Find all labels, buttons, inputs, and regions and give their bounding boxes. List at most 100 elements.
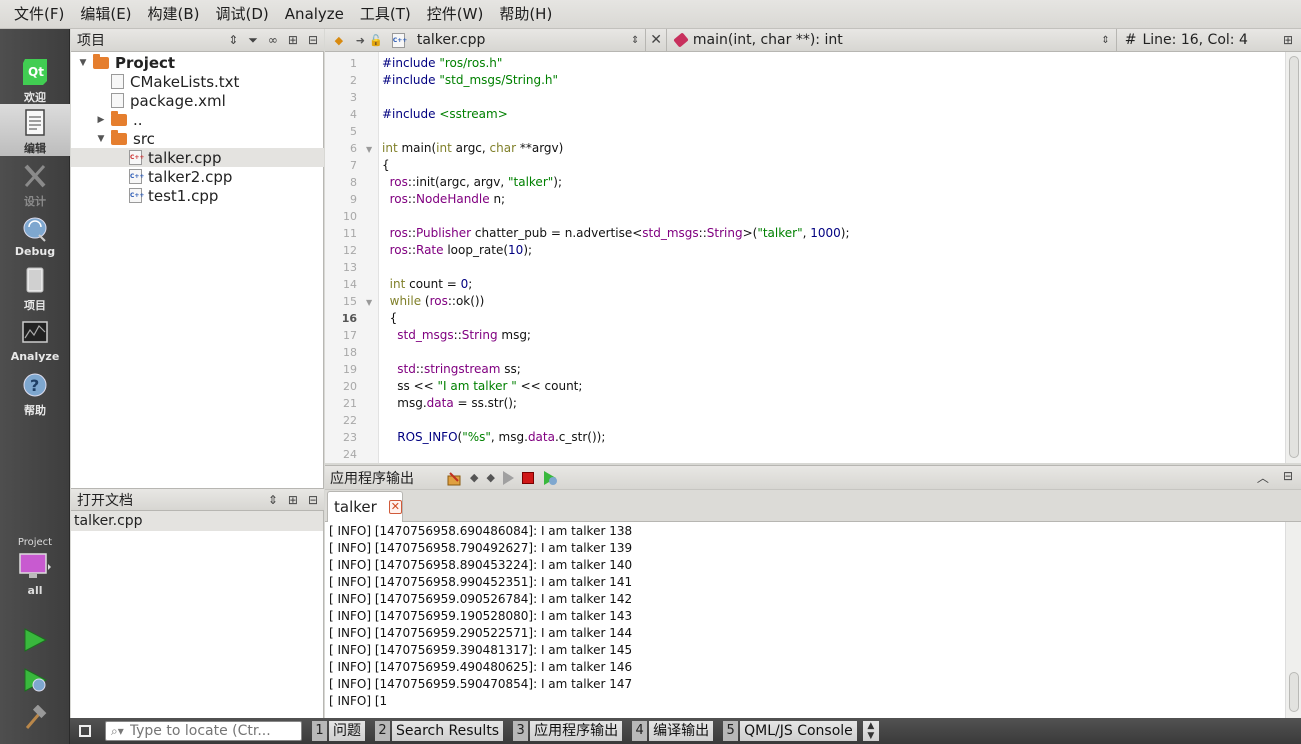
stop-icon[interactable] [521,471,534,484]
menu-build[interactable]: 构建(B) [140,0,208,29]
symbol-selector[interactable]: main(int, char **): int ⇕ [667,29,1116,52]
code-line: ros::NodeHandle n; [382,192,506,206]
menu-tools[interactable]: 工具(T) [352,0,419,29]
maximize-pane-icon[interactable]: ︿ [1257,469,1269,486]
open-documents-header: 打开文档 ⇕ ⊞ ⊟ [71,488,324,511]
build-hammer-icon[interactable] [22,705,48,731]
scrollbar-thumb[interactable] [1289,672,1299,712]
split-pane-icon[interactable]: ⊞ [288,33,298,48]
log-line: [ INFO] [1470756959.190528080]: I am tal… [329,609,633,623]
split-pane-icon[interactable]: ⊞ [288,493,298,507]
kit-monitor-icon [19,553,51,578]
tree-item-cmakelists[interactable]: CMakeLists.txt [71,72,324,91]
pane-button-issues[interactable]: 1 问题 [312,721,365,741]
more-panes-arrows-icon[interactable]: ▲ ▼ [862,721,879,741]
go-forward-icon[interactable]: ➜ [353,34,369,47]
menu-analyze[interactable]: Analyze [277,0,352,29]
open-document-item[interactable]: talker.cpp [71,511,323,531]
tree-item-src[interactable]: ▼ src [71,129,324,148]
log-line: [ INFO] [1470756959.490480625]: I am tal… [329,660,633,674]
code-line: { [382,311,398,325]
kit-selector[interactable]: Project all [0,537,70,597]
close-pane-icon[interactable]: ⊟ [308,493,318,507]
mode-help[interactable]: ? 帮助 [0,366,70,418]
go-back-icon[interactable]: ◆ [331,34,347,47]
toggle-sidebar-icon[interactable] [79,725,91,737]
document-edit-icon [25,109,45,136]
help-question-icon: ? [23,373,47,397]
next-item-icon[interactable]: ◆ [486,471,494,484]
line-number: 8 [350,176,357,189]
collapse-arrow-icon[interactable]: ▼ [77,58,89,68]
tree-item-parent-folder[interactable]: ▶ .. [71,110,324,129]
line-column-indicator[interactable]: Line: 16, Col: 4 [1136,32,1282,48]
pane-button-compile-output[interactable]: 4 编译输出 [632,721,714,741]
pane-button-application-output[interactable]: 3 应用程序输出 [513,721,623,741]
menu-debug[interactable]: 调试(D) [208,0,277,29]
mode-welcome[interactable]: Qt 欢迎 [0,53,70,105]
menu-file[interactable]: 文件(F) [6,0,72,29]
tree-item-test1-cpp[interactable]: C++ test1.cpp [71,186,324,205]
run-icon[interactable] [22,627,48,653]
menu-widgets[interactable]: 控件(W) [419,0,492,29]
scrollbar-thumb[interactable] [1289,56,1299,458]
tree-item-project[interactable]: ▼ Project [71,53,324,72]
mode-projects[interactable]: 项目 [0,261,70,313]
rerun-icon[interactable] [502,470,514,485]
line-number: 17 [343,329,357,342]
close-pane-icon[interactable]: ⊟ [1283,469,1293,486]
application-output-text[interactable]: [ INFO] [1470756958.690486084]: I am tal… [325,522,1301,718]
fold-marker-icon[interactable]: ▼ [366,145,372,154]
locator[interactable]: ⌕▾ [105,721,302,741]
debug-bug-icon [23,217,47,242]
line-number: 18 [343,346,357,359]
project-tree: ▼ Project CMakeLists.txt package.xml ▶ .… [71,52,324,488]
tree-item-package-xml[interactable]: package.xml [71,91,324,110]
menu-edit[interactable]: 编辑(E) [72,0,139,29]
line-number: 24 [343,448,357,461]
cpp-file-icon: C++ [129,150,144,165]
pane-button-search-results[interactable]: 2 Search Results [375,721,504,741]
clear-output-icon[interactable] [446,470,462,486]
output-scrollbar[interactable] [1285,522,1301,718]
expand-arrow-icon[interactable]: ▶ [95,115,107,125]
mode-debug[interactable]: Debug [0,209,70,261]
design-tools-icon [24,164,46,188]
log-line: [ INFO] [1470756959.090526784]: I am tal… [329,592,633,606]
editor-scrollbar[interactable] [1285,52,1301,463]
debug-run-icon[interactable] [22,667,48,693]
link-editor-icon[interactable]: ∞ [268,33,278,48]
editor-toolbar: ◆ ➜ 🔓 C++ talker.cpp ⇕ ✕ main(int, char … [325,28,1301,52]
code-line: ss << "I am talker " << count; [382,379,583,393]
collapse-arrow-icon[interactable]: ▼ [95,134,107,144]
close-document-icon[interactable]: ✕ [646,32,666,48]
file-selector[interactable]: C++ talker.cpp ⇕ [384,29,646,52]
view-selector-arrows-icon[interactable]: ⇕ [228,33,238,48]
tree-item-label: package.xml [130,91,226,110]
current-symbol: main(int, char **): int [692,32,843,48]
pane-button-qml-console[interactable]: 5 QML/JS Console [723,721,857,741]
mode-design[interactable]: 设计 [0,157,70,209]
code-editor[interactable]: 1 2 3 4 5 6 7 8 9 10 11 12 13 14 15 16 1… [325,52,1301,463]
tree-item-talker-cpp[interactable]: C++ talker.cpp [71,148,324,167]
view-selector-arrows-icon[interactable]: ⇕ [268,493,278,507]
menubar: 文件(F) 编辑(E) 构建(B) 调试(D) Analyze 工具(T) 控件… [0,0,1301,29]
close-pane-icon[interactable]: ⊟ [308,33,318,48]
pane-label: 应用程序输出 [530,721,623,741]
tree-item-talker2-cpp[interactable]: C++ talker2.cpp [71,167,324,186]
log-line: [ INFO] [1470756959.290522571]: I am tal… [329,626,633,640]
filter-icon[interactable]: ⏷ [248,33,258,48]
fold-marker-icon[interactable]: ▼ [366,298,372,307]
mode-edit[interactable]: 编辑 [0,104,70,156]
mode-analyze[interactable]: Analyze [0,314,70,366]
close-tab-icon[interactable]: ✕ [388,500,402,514]
line-number: 13 [343,261,357,274]
line-number: 12 [343,244,357,257]
attach-debugger-icon[interactable] [542,470,558,486]
previous-item-icon[interactable]: ◆ [470,471,478,484]
split-editor-icon[interactable]: ⊞ [1283,33,1293,47]
menu-help[interactable]: 帮助(H) [491,0,560,29]
current-file-name: talker.cpp [416,32,486,48]
output-tab-talker[interactable]: talker ✕ [327,491,403,522]
locator-input[interactable] [129,723,290,739]
